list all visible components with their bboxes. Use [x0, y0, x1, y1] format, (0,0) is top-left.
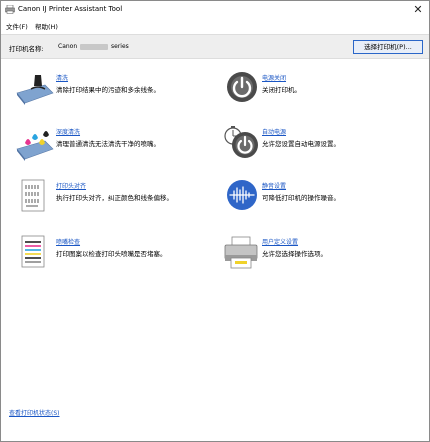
close-icon: ✕ [413, 3, 423, 16]
view-printer-status-link[interactable]: 查看打印机状态(S) [9, 408, 60, 417]
printer-name-suffix: series [111, 43, 129, 50]
printer-selection-bar: 打印机名称: Canon series 选择打印机(P)... [1, 34, 429, 59]
quiet-icon[interactable] [225, 179, 259, 211]
redacted-model [80, 43, 109, 50]
custom-settings-link[interactable]: 用户定义设置 [262, 237, 298, 246]
power-off-link[interactable]: 电源关闭 [262, 73, 286, 82]
auto-power-link[interactable]: 自动电源 [262, 127, 286, 136]
nozzle-check-desc: 打印图案以检查打印头喷嘴是否堵塞。 [56, 250, 167, 258]
alignment-link[interactable]: 打印头对齐 [56, 181, 86, 190]
custom-settings-desc: 允许您选择操作选项。 [262, 250, 327, 258]
auto-power-desc: 允许您设置自动电源设置。 [262, 140, 340, 148]
custom-settings-icon[interactable] [223, 235, 259, 269]
close-button[interactable]: ✕ [411, 3, 425, 16]
select-printer-button[interactable]: 选择打印机(P)... [353, 40, 423, 54]
printer-name-value: Canon series [58, 43, 129, 50]
window-title: Canon IJ Printer Assistant Tool [18, 5, 123, 13]
alignment-desc: 执行打印头对齐，纠正颜色和线条偏移。 [56, 194, 173, 202]
deep-cleaning-desc: 清理普通清洗无法清洗干净的喷嘴。 [56, 140, 160, 148]
nozzle-check-link[interactable]: 喷嘴检查 [56, 237, 80, 246]
cleaning-desc: 清除打印结果中的污迹和多余线条。 [56, 86, 160, 94]
quiet-settings-link[interactable]: 静音设置 [262, 181, 286, 190]
deep-cleaning-icon[interactable] [15, 125, 55, 161]
power-off-desc: 关闭打印机。 [262, 86, 301, 94]
auto-power-icon[interactable] [223, 125, 259, 159]
nozzle-check-icon[interactable] [21, 235, 47, 269]
title-bar: Canon IJ Printer Assistant Tool ✕ [1, 1, 429, 19]
cleaning-link[interactable]: 清洗 [56, 73, 68, 82]
quiet-settings-desc: 可降低打印机的操作噪音。 [262, 194, 340, 202]
printer-app-icon [5, 5, 15, 14]
app-window: Canon IJ Printer Assistant Tool ✕ 文件(F) … [0, 0, 430, 442]
menu-bar: 文件(F) 帮助(H) [1, 19, 429, 33]
deep-cleaning-link[interactable]: 深度清洗 [56, 127, 80, 136]
menu-file[interactable]: 文件(F) [6, 21, 28, 31]
cleaning-icon[interactable] [15, 71, 55, 105]
printer-name-label: 打印机名称: [9, 45, 44, 53]
printer-name-prefix: Canon [58, 43, 78, 50]
menu-help[interactable]: 帮助(H) [35, 21, 58, 31]
power-icon[interactable] [225, 71, 259, 103]
alignment-icon[interactable] [21, 179, 47, 213]
